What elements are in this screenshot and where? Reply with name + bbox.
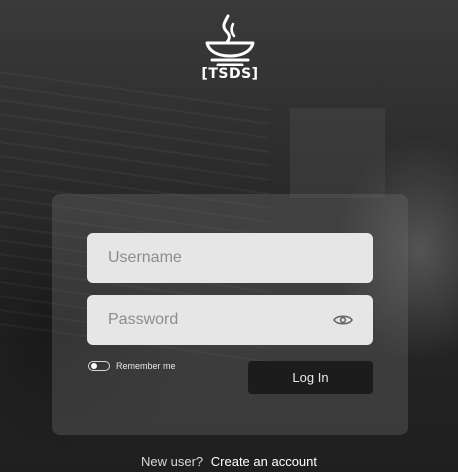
username-input[interactable]	[106, 248, 320, 268]
remember-label: Remember me	[116, 361, 176, 371]
password-input[interactable]	[106, 310, 320, 330]
username-field[interactable]	[87, 233, 373, 283]
remember-me[interactable]: Remember me	[88, 361, 176, 371]
password-field[interactable]	[87, 295, 373, 345]
flame-bowl-icon	[205, 14, 255, 66]
brand-name: [TSDS]	[201, 66, 259, 82]
new-user-text: New user?	[141, 454, 204, 469]
signup-prompt: New user? Create an account	[0, 454, 458, 469]
create-account-link[interactable]: Create an account	[211, 454, 317, 469]
login-button[interactable]: Log In	[248, 361, 373, 394]
brand-logo: [TSDS]	[201, 14, 259, 90]
eye-icon[interactable]	[333, 312, 353, 328]
remember-toggle[interactable]	[88, 361, 110, 371]
